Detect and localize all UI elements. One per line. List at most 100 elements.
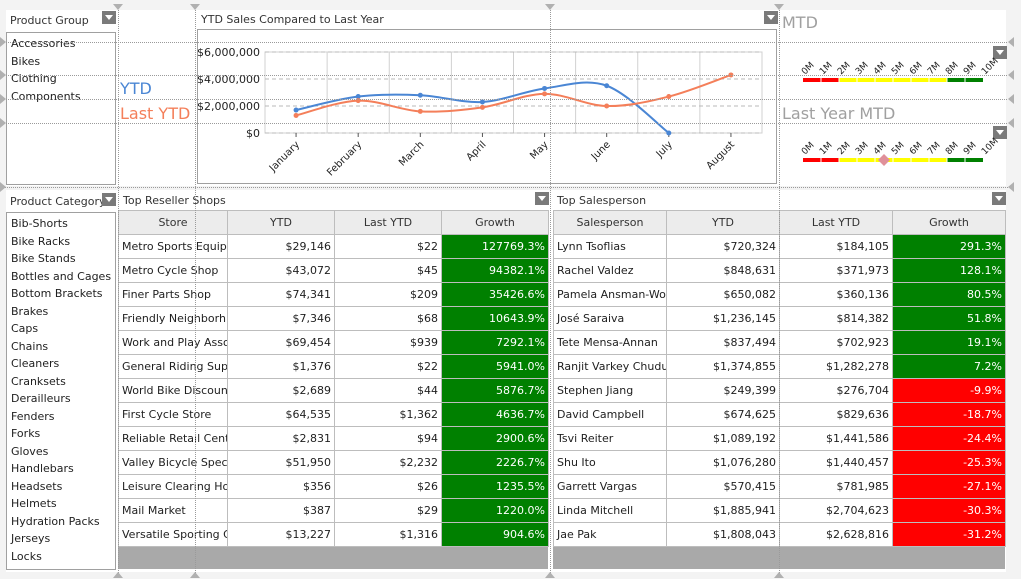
- list-item[interactable]: Caps: [7, 320, 115, 338]
- column-header[interactable]: YTD: [666, 210, 780, 235]
- list-item[interactable]: Forks: [7, 425, 115, 443]
- x-tick-label: July: [654, 139, 675, 160]
- list-item[interactable]: Brakes: [7, 303, 115, 321]
- guide-handle[interactable]: [1008, 70, 1014, 80]
- product-group-dropdown-button[interactable]: [102, 11, 116, 24]
- growth-cell: -24.4%: [892, 426, 1006, 451]
- guide-line: [0, 123, 197, 124]
- table-row[interactable]: Reliable Retail Cent...$2,831$942900.6%: [118, 426, 549, 451]
- list-item[interactable]: Helmets: [7, 495, 115, 513]
- column-header[interactable]: Growth: [892, 210, 1006, 235]
- last-ytd-cell: $1,282,278: [779, 354, 893, 379]
- gauge-tick-label: 8M: [944, 141, 961, 158]
- reseller-dropdown-button[interactable]: [535, 192, 549, 205]
- table-row[interactable]: Metro Cycle Shop $43,072 $45 94382.1%: [118, 258, 549, 283]
- guide-handle[interactable]: [1008, 37, 1014, 47]
- guide-handle[interactable]: [0, 37, 6, 47]
- last-ytd-cell: $702,923: [779, 330, 893, 355]
- list-item[interactable]: Cranksets: [7, 373, 115, 391]
- guide-handle[interactable]: [113, 4, 123, 10]
- last-year-mtd-title: Last Year MTD: [782, 104, 896, 123]
- list-item[interactable]: Derailleurs: [7, 390, 115, 408]
- chart-dropdown-button[interactable]: [764, 11, 778, 24]
- list-item[interactable]: Bike Stands: [7, 250, 115, 268]
- guide-handle[interactable]: [1008, 118, 1014, 128]
- list-item[interactable]: Bottom Brackets: [7, 285, 115, 303]
- guide-handle[interactable]: [1008, 182, 1014, 192]
- last-year-mtd-gauge: 0M 1M 2M 3M 4M 5M 6M 7M 8M 9M 10M: [800, 136, 1000, 166]
- table-row[interactable]: World Bike Discount...$2,689$445876.7%: [118, 378, 549, 403]
- table-row[interactable]: Friendly Neighborh... $7,346 $68 10643.9%: [118, 306, 549, 331]
- guide-handle[interactable]: [1008, 94, 1014, 104]
- guide-handle[interactable]: [0, 118, 6, 128]
- guide-handle[interactable]: [545, 4, 555, 10]
- list-item[interactable]: Components: [7, 88, 115, 106]
- guide-line: [550, 10, 551, 575]
- guide-handle[interactable]: [190, 572, 200, 578]
- gauge-tick-label: 7M: [926, 141, 943, 158]
- ytd-cell: $51,950: [227, 450, 335, 475]
- name-cell: General Riding Sup...: [118, 354, 228, 379]
- table-row[interactable]: Valley Bicycle Specia...$51,950$2,232222…: [118, 450, 549, 475]
- column-header[interactable]: YTD: [227, 210, 335, 235]
- list-item[interactable]: Hydration Packs: [7, 513, 115, 531]
- table-row[interactable]: Versatile Sporting G...$13,227$1,316904.…: [118, 522, 549, 547]
- column-header[interactable]: Last YTD: [334, 210, 442, 235]
- list-item[interactable]: Clothing: [7, 70, 115, 88]
- growth-cell: 10643.9%: [441, 306, 549, 331]
- column-header[interactable]: Growth: [441, 210, 549, 235]
- growth-cell: 2900.6%: [441, 426, 549, 451]
- table-row[interactable]: General Riding Sup... $1,376 $22 5941.0%: [118, 354, 549, 379]
- last-ytd-cell: $1,362: [334, 402, 442, 427]
- growth-cell: -30.3%: [892, 498, 1006, 523]
- list-item[interactable]: Handlebars: [7, 460, 115, 478]
- list-item[interactable]: Bike Racks: [7, 233, 115, 251]
- guide-handle[interactable]: [0, 94, 6, 104]
- list-item[interactable]: Jerseys: [7, 530, 115, 548]
- guide-handle[interactable]: [0, 70, 6, 80]
- last-ytd-cell: $68: [334, 306, 442, 331]
- table-row[interactable]: Mail Market $387 $29 1220.0%: [118, 498, 549, 523]
- column-header[interactable]: Store: [118, 210, 228, 235]
- mtd-title: MTD: [782, 13, 818, 32]
- guide-handle[interactable]: [545, 572, 555, 578]
- gauge-tick-label: 2M: [836, 141, 853, 158]
- list-item[interactable]: Bikes: [7, 53, 115, 71]
- column-header[interactable]: Last YTD: [779, 210, 893, 235]
- last-ytd-cell: $1,441,586: [779, 426, 893, 451]
- list-item[interactable]: Bib-Shorts: [7, 215, 115, 233]
- product-group-list[interactable]: Accessories Bikes Clothing Components: [6, 32, 116, 185]
- growth-cell: -18.7%: [892, 402, 1006, 427]
- list-item[interactable]: Gloves: [7, 443, 115, 461]
- list-item[interactable]: Cleaners: [7, 355, 115, 373]
- table-row[interactable]: Finer Parts Shop $74,341 $209 35426.6%: [118, 282, 549, 307]
- x-tick-label: January: [267, 139, 302, 174]
- product-category-list[interactable]: Bib-Shorts Bike Racks Bike Stands Bottles a…: [6, 212, 116, 570]
- list-item[interactable]: Accessories: [7, 35, 115, 53]
- table-row[interactable]: Leisure Clearing Ho...$356$261235.5%: [118, 474, 549, 499]
- guide-handle[interactable]: [113, 572, 123, 578]
- guide-handle[interactable]: [0, 182, 6, 192]
- column-header[interactable]: Salesperson: [553, 210, 667, 235]
- gauge-tick-label: 0M: [800, 141, 817, 158]
- ytd-cell: $43,072: [227, 258, 335, 283]
- mtd-gauge: 0M 1M 2M 3M 4M 5M 6M 7M 8M 9M 10M: [800, 56, 1000, 82]
- product-category-title: Product Category: [10, 195, 106, 208]
- reseller-table-footer: [118, 547, 548, 569]
- guide-handle[interactable]: [190, 4, 200, 10]
- list-item[interactable]: Chains: [7, 338, 115, 356]
- guide-handle[interactable]: [774, 572, 784, 578]
- growth-cell: 51.8%: [892, 306, 1006, 331]
- product-category-dropdown-button[interactable]: [102, 193, 116, 206]
- list-item[interactable]: Bottles and Cages: [7, 268, 115, 286]
- table-row[interactable]: First Cycle Store $64,535 $1,362 4636.7%: [118, 402, 549, 427]
- gauge-tick-label: 1M: [818, 141, 835, 158]
- list-item[interactable]: Headsets: [7, 478, 115, 496]
- list-item[interactable]: Fenders: [7, 408, 115, 426]
- guide-handle[interactable]: [774, 4, 784, 10]
- table-row[interactable]: Metro Sports Equip... $29,146 $22 127769.3%: [118, 234, 549, 259]
- list-item[interactable]: Locks: [7, 548, 115, 566]
- salesperson-dropdown-button[interactable]: [992, 192, 1006, 205]
- table-row[interactable]: Work and Play Asso...$69,454$9397292.1%: [118, 330, 549, 355]
- growth-cell: 1235.5%: [441, 474, 549, 499]
